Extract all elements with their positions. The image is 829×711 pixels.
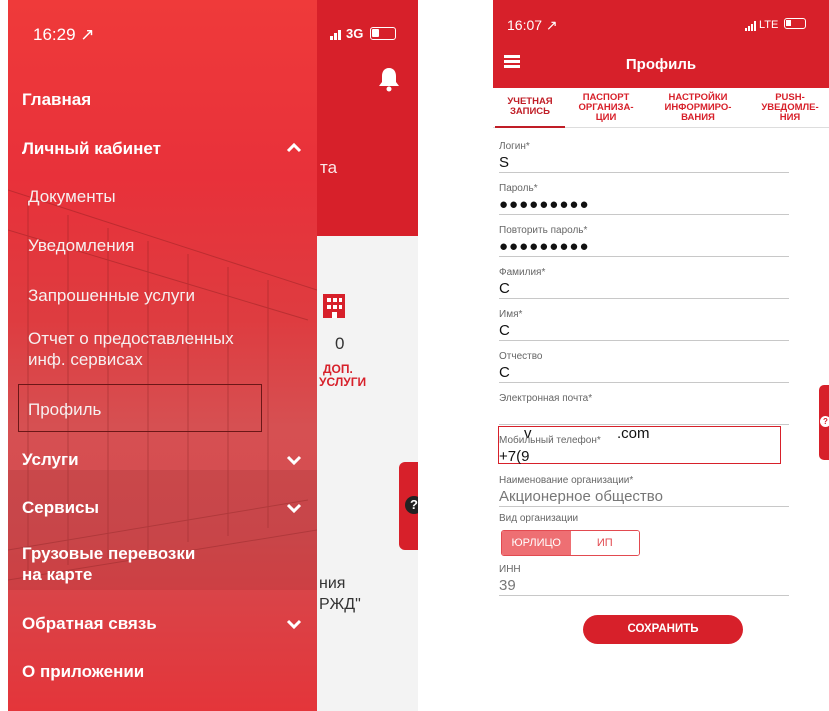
- battery-icon: [784, 18, 806, 29]
- underlying-text-fragment: та: [320, 158, 338, 177]
- question-icon: ?: [405, 496, 418, 514]
- left-phone-screen: та 0 ДОП. УСЛУГИ ния РЖД" ? 16:29 ↗ Глав…: [8, 0, 418, 711]
- network-type: 3G: [346, 26, 364, 41]
- menu-item-home[interactable]: Главная: [22, 90, 91, 110]
- patronymic-field[interactable]: Отчество C: [499, 351, 789, 383]
- profile-header: 16:07 ↗ LTE Профиль: [493, 0, 829, 88]
- mobile-phone-label: Мобильный телефон*: [499, 435, 601, 446]
- battery-icon: [370, 27, 396, 40]
- status-bar: 16:29 ↗: [8, 0, 317, 60]
- password-repeat-field[interactable]: Повторить пароль* ●●●●●●●●●: [499, 225, 789, 257]
- network-type: LTE: [759, 19, 779, 31]
- password-field[interactable]: Пароль* ●●●●●●●●●: [499, 183, 789, 215]
- tab-account[interactable]: УЧЕТНАЯ ЗАПИСЬ: [495, 88, 565, 128]
- service-count: 0: [335, 334, 345, 353]
- inn-label: ИНН: [499, 564, 521, 575]
- status-time: 16:07 ↗: [507, 17, 558, 33]
- org-type-selector[interactable]: ЮРЛИЦО ИП: [501, 530, 640, 556]
- mobile-phone-value[interactable]: +7(9: [499, 447, 789, 466]
- inn-field[interactable]: ИНН 39: [499, 564, 789, 596]
- menu-item-documents[interactable]: Документы: [28, 187, 116, 207]
- email-label: Электронная почта*: [499, 393, 593, 404]
- login-field[interactable]: Логин* S: [499, 141, 789, 173]
- menu-item-personal-cabinet[interactable]: Личный кабинет: [22, 139, 161, 159]
- tab-push-notifications[interactable]: PUSH- УВЕДОМЛЕ- НИЯ: [751, 88, 829, 128]
- menu-item-notifications[interactable]: Уведомления: [28, 236, 134, 256]
- right-phone-screen: 16:07 ↗ LTE Профиль УЧЕТНАЯ ЗАПИСЬ ПАСПОР…: [493, 0, 829, 711]
- chevron-down-icon[interactable]: [286, 455, 302, 465]
- tab-notification-settings[interactable]: НАСТРОЙКИ ИНФОРМИРО- ВАНИЯ: [653, 88, 743, 128]
- signal-icon: [330, 30, 341, 40]
- menu-item-report-line-2[interactable]: инф. сервисах: [28, 350, 143, 370]
- menu-item-profile[interactable]: Профиль: [28, 400, 101, 420]
- tab-push-line-3: НИЯ: [779, 112, 801, 123]
- inn-value[interactable]: 39: [499, 576, 789, 595]
- login-label: Логин*: [499, 141, 530, 152]
- menu-item-cargo-line-2[interactable]: на карте: [22, 565, 92, 585]
- email-field[interactable]: Электронная почта* v .com: [499, 393, 789, 442]
- building-icon: [323, 294, 345, 318]
- name-value[interactable]: C: [499, 321, 789, 340]
- org-type-option-legal[interactable]: ЮРЛИЦО: [502, 531, 571, 555]
- password-repeat-value[interactable]: ●●●●●●●●●: [499, 237, 789, 256]
- patronymic-label: Отчество: [499, 351, 543, 362]
- chevron-down-icon[interactable]: [286, 619, 302, 629]
- help-tab[interactable]: ?: [399, 462, 418, 550]
- login-value[interactable]: S: [499, 153, 789, 172]
- password-repeat-label: Повторить пароль*: [499, 225, 588, 236]
- org-name-field[interactable]: Наименование организации* Акционерное об…: [499, 475, 789, 507]
- service-uslugi-label: УСЛУГИ: [319, 375, 367, 389]
- org-name-label: Наименование организации*: [499, 475, 634, 486]
- profile-tabs: УЧЕТНАЯ ЗАПИСЬ ПАСПОРТ ОРГАНИЗА- ЦИИ НАСТРО…: [493, 88, 829, 128]
- surname-value[interactable]: C: [499, 279, 789, 298]
- menu-item-cargo-line-1[interactable]: Грузовые перевозки: [22, 544, 195, 564]
- org-type-option-ip[interactable]: ИП: [570, 531, 639, 555]
- chevron-down-icon[interactable]: [286, 503, 302, 513]
- train-background-image: [8, 189, 317, 590]
- name-field[interactable]: Имя* C: [499, 309, 789, 341]
- menu-item-servisy[interactable]: Сервисы: [22, 498, 99, 518]
- menu-item-requested-services[interactable]: Запрошенные услуги: [28, 286, 195, 306]
- menu-item-services[interactable]: Услуги: [22, 450, 79, 470]
- help-tab[interactable]: ?: [819, 385, 829, 460]
- surname-label: Фамилия*: [499, 267, 546, 278]
- org-type-label: Вид организации: [499, 513, 579, 524]
- tab-org-passport[interactable]: ПАСПОРТ ОРГАНИЗА- ЦИИ: [571, 88, 641, 128]
- patronymic-value[interactable]: C: [499, 363, 789, 382]
- email-value[interactable]: v .com: [499, 405, 789, 442]
- menu-item-about[interactable]: О приложении: [22, 662, 144, 682]
- menu-item-feedback[interactable]: Обратная связь: [22, 614, 157, 634]
- underlying-text-fragment: ния: [319, 575, 346, 592]
- side-menu-drawer: 16:29 ↗ Главная Личный кабинет Документы…: [8, 0, 317, 711]
- tab-account-line-2: ЗАПИСЬ: [509, 106, 551, 117]
- underlying-text-fragment: РЖД": [319, 596, 361, 613]
- signal-icon: [745, 21, 756, 31]
- org-name-value[interactable]: Акционерное общество: [499, 487, 789, 506]
- question-icon: ?: [820, 416, 829, 427]
- save-button[interactable]: СОХРАНИТЬ: [583, 615, 743, 644]
- service-dop-label: ДОП.: [323, 362, 353, 376]
- chevron-up-icon[interactable]: [286, 143, 302, 153]
- page-title: Профиль: [625, 56, 697, 73]
- name-label: Имя*: [499, 309, 523, 320]
- tab-settings-line-3: ВАНИЯ: [681, 112, 715, 123]
- bell-icon[interactable]: [378, 66, 400, 92]
- menu-item-report-line-1[interactable]: Отчет о предоставленных: [28, 329, 234, 349]
- status-time: 16:29 ↗: [33, 25, 95, 44]
- mobile-phone-field[interactable]: Мобильный телефон* +7(9: [499, 435, 789, 466]
- surname-field[interactable]: Фамилия* C: [499, 267, 789, 299]
- password-value[interactable]: ●●●●●●●●●: [499, 195, 789, 214]
- tab-passport-line-3: ЦИИ: [595, 112, 617, 123]
- password-label: Пароль*: [499, 183, 538, 194]
